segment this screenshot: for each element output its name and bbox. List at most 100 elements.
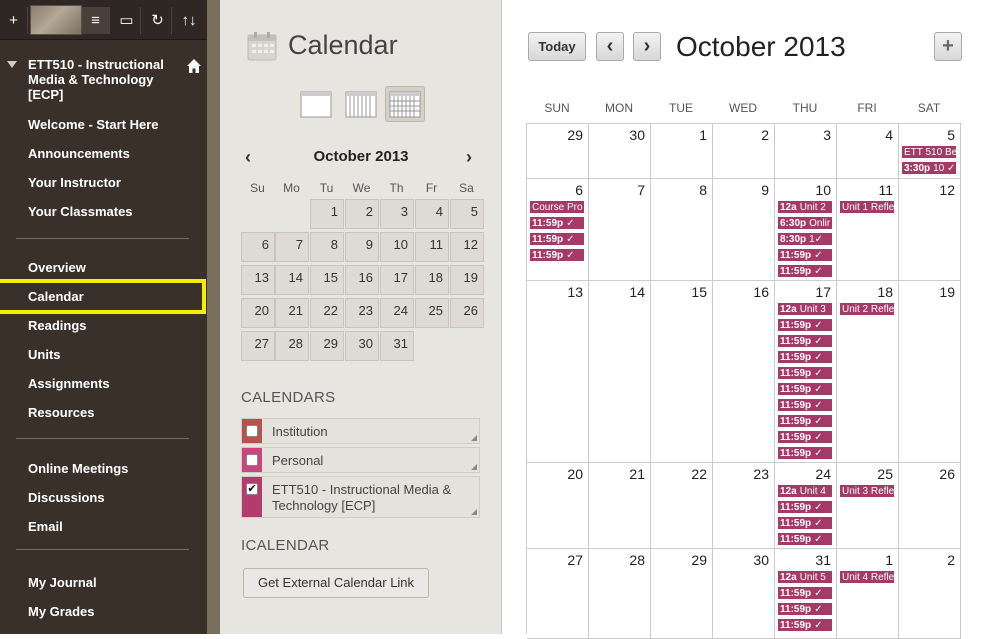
day-cell[interactable]: 30	[589, 124, 651, 179]
calendar-event[interactable]: 11:59p ✓	[777, 500, 833, 514]
week-view-icon[interactable]	[345, 89, 377, 119]
day-cell[interactable]: 12	[899, 179, 961, 281]
day-cell[interactable]: 21	[589, 463, 651, 549]
nav-item-resources[interactable]: Resources	[28, 405, 94, 420]
calendar-event[interactable]: 11:59p ✓	[777, 532, 833, 546]
calendar-event[interactable]: 11:59p ✓	[777, 318, 833, 332]
nav-item-email[interactable]: Email	[28, 519, 63, 534]
nav-item-overview[interactable]: Overview	[28, 260, 86, 275]
mini-day-cell[interactable]: 26	[450, 298, 484, 328]
refresh-icon[interactable]: ↻	[144, 7, 172, 34]
calendar-event[interactable]: 11:59p ✓	[777, 430, 833, 444]
mini-day-cell[interactable]: 11	[415, 232, 449, 262]
mini-day-cell[interactable]: 16	[345, 265, 379, 295]
collapse-triangle-icon[interactable]	[7, 61, 17, 68]
day-cell[interactable]: 2	[713, 124, 775, 179]
day-cell[interactable]: 23	[713, 463, 775, 549]
mini-day-cell[interactable]: 12	[450, 232, 484, 262]
calendar-event[interactable]: 11:59p ✓	[777, 586, 833, 600]
calendar-event[interactable]: Unit 4 Refle	[839, 570, 895, 584]
mini-day-cell[interactable]: 30	[345, 331, 379, 361]
mini-day-cell[interactable]: 14	[275, 265, 309, 295]
nav-item-your-classmates[interactable]: Your Classmates	[28, 204, 133, 219]
calendar-event[interactable]: 12a Unit 3	[777, 302, 833, 316]
day-cell[interactable]: 4	[837, 124, 899, 179]
day-cell[interactable]: 9	[713, 179, 775, 281]
calendar-event[interactable]: 12a Unit 4	[777, 484, 833, 498]
mini-day-cell[interactable]: 7	[275, 232, 309, 262]
sort-icon[interactable]: ↑↓	[175, 7, 203, 34]
calendar-event[interactable]: 12a Unit 5	[777, 570, 833, 584]
mini-day-cell[interactable]: 29	[310, 331, 344, 361]
calendar-row[interactable]: Institution	[241, 418, 480, 444]
mini-day-cell[interactable]: 25	[415, 298, 449, 328]
day-cell[interactable]: 28	[589, 549, 651, 639]
nav-item-discussions[interactable]: Discussions	[28, 490, 105, 505]
day-cell[interactable]: 22	[651, 463, 713, 549]
day-cell[interactable]: 3	[775, 124, 837, 179]
window-icon[interactable]: ▭	[113, 7, 141, 34]
calendar-event[interactable]: 11:59p ✓	[777, 334, 833, 348]
mini-day-cell[interactable]: 15	[310, 265, 344, 295]
mini-day-cell[interactable]: 1	[310, 199, 344, 229]
mini-day-cell[interactable]: 5	[450, 199, 484, 229]
mini-day-cell[interactable]: 3	[380, 199, 414, 229]
mini-day-cell[interactable]: 24	[380, 298, 414, 328]
calendar-event[interactable]: 11:59p ✓	[777, 516, 833, 530]
day-cell[interactable]: 29	[527, 124, 589, 179]
prev-month-button[interactable]: ‹	[596, 32, 624, 61]
menu-icon[interactable]: ≡	[82, 7, 110, 34]
calendar-event[interactable]: 11:59p ✓	[777, 264, 833, 278]
month-view-button[interactable]	[385, 86, 425, 122]
day-cell[interactable]: 13	[527, 281, 589, 463]
calendar-event[interactable]: 11:59p ✓	[777, 248, 833, 262]
calendar-event[interactable]: Unit 1 Refle	[839, 200, 895, 214]
calendar-row[interactable]: Personal	[241, 447, 480, 473]
calendar-event[interactable]: 11:59p ✓	[529, 232, 585, 246]
add-event-button[interactable]: +	[934, 32, 962, 61]
day-cell[interactable]: 8	[651, 179, 713, 281]
day-cell[interactable]: 6	[527, 179, 589, 281]
mini-next-month-icon[interactable]: ›	[466, 147, 472, 168]
calendar-event[interactable]: 11:59p ✓	[777, 350, 833, 364]
mini-day-cell[interactable]: 13	[241, 265, 275, 295]
calendar-event[interactable]: 11:59p ✓	[777, 366, 833, 380]
day-cell[interactable]: 26	[899, 463, 961, 549]
day-cell[interactable]: 1	[651, 124, 713, 179]
day-cell[interactable]: 20	[527, 463, 589, 549]
day-cell[interactable]: 19	[899, 281, 961, 463]
mini-day-cell[interactable]: 2	[345, 199, 379, 229]
day-cell[interactable]: 27	[527, 549, 589, 639]
nav-item-your-instructor[interactable]: Your Instructor	[28, 175, 121, 190]
day-cell[interactable]: 2	[899, 549, 961, 639]
calendar-event[interactable]: Course Pro	[529, 200, 585, 214]
day-cell[interactable]: 11	[837, 179, 899, 281]
mini-day-cell[interactable]: 10	[380, 232, 414, 262]
calendar-event[interactable]: 11:59p ✓	[777, 602, 833, 616]
calendar-row[interactable]: ✔ ETT510 - Instructional Media & Technolo…	[241, 476, 480, 518]
nav-item-my-journal[interactable]: My Journal	[28, 575, 97, 590]
calendar-event[interactable]: 11:59p ✓	[777, 398, 833, 412]
calendar-checkbox[interactable]: ✔	[246, 483, 258, 495]
nav-item-welcome-start-here[interactable]: Welcome - Start Here	[28, 117, 159, 132]
mini-day-cell[interactable]: 6	[241, 232, 275, 262]
mini-day-cell[interactable]: 23	[345, 298, 379, 328]
mini-day-cell[interactable]: 9	[345, 232, 379, 262]
nav-item-my-grades[interactable]: My Grades	[28, 604, 94, 619]
mini-day-cell[interactable]: 28	[275, 331, 309, 361]
mini-day-cell[interactable]: 8	[310, 232, 344, 262]
home-icon[interactable]	[186, 58, 202, 74]
day-cell[interactable]: 15	[651, 281, 713, 463]
nav-item-readings[interactable]: Readings	[28, 318, 87, 333]
mini-day-cell[interactable]: 22	[310, 298, 344, 328]
calendar-event[interactable]: 3:30p 10 ✓	[901, 161, 957, 175]
calendar-event[interactable]: 8:30p 1✓	[777, 232, 833, 246]
course-title[interactable]: ETT510 - Instructional Media & Technolog…	[28, 57, 178, 102]
day-view-icon[interactable]	[300, 89, 332, 119]
mini-day-cell[interactable]: 31	[380, 331, 414, 361]
mini-day-cell[interactable]: 27	[241, 331, 275, 361]
next-month-button[interactable]: ›	[633, 32, 661, 61]
nav-item-assignments[interactable]: Assignments	[28, 376, 110, 391]
day-cell[interactable]: 25	[837, 463, 899, 549]
calendar-event[interactable]: ETT 510 Be	[901, 145, 957, 159]
